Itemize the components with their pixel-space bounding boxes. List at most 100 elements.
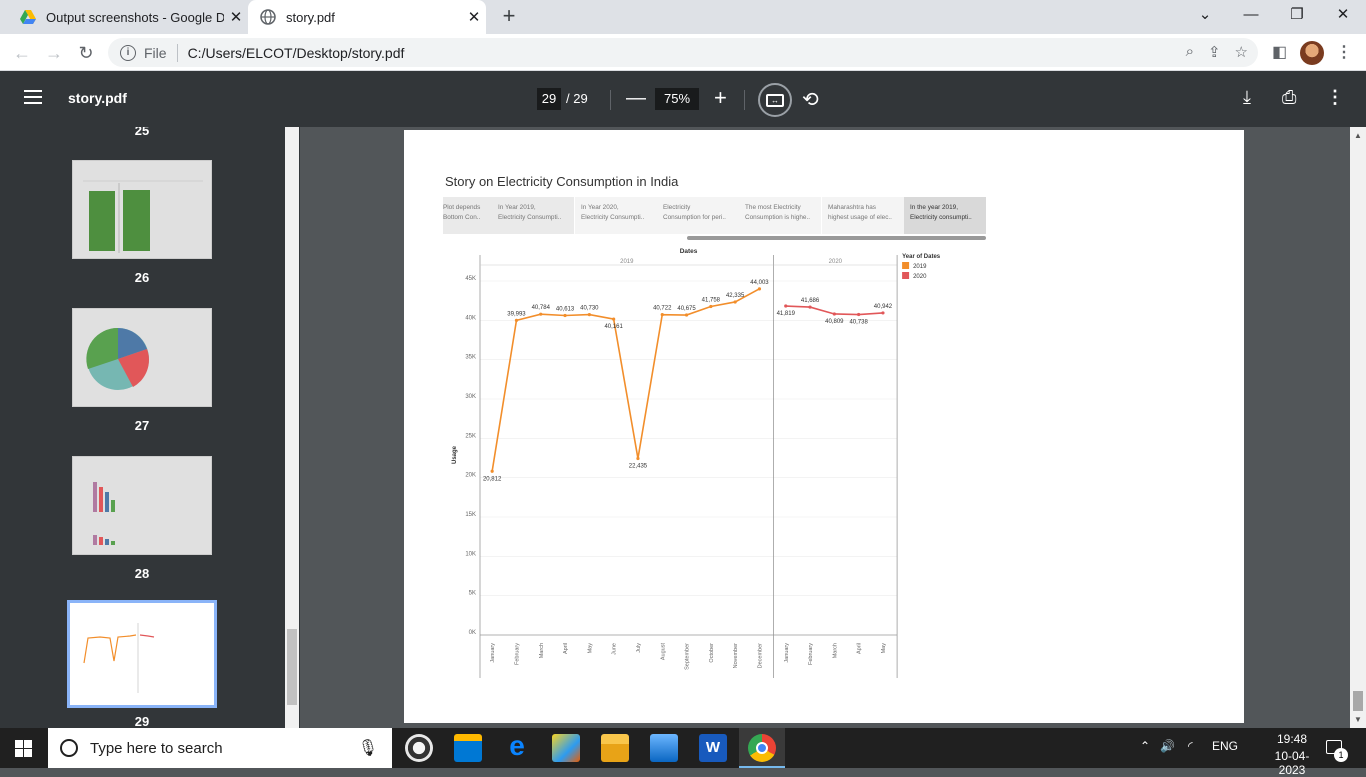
close-tab-icon[interactable]: ✕ [462,8,486,26]
reload-button[interactable]: ↻ [72,39,100,67]
data-point [832,312,836,316]
scroll-down-arrow[interactable]: ▼ [1354,715,1362,724]
thumbnail-number: 29 [134,714,150,728]
zoom-in-button[interactable]: + [714,85,727,111]
story-point[interactable]: Plot depends Bottom Con.. [443,197,495,234]
thumbnail-number: 28 [134,566,150,581]
sidebar-scrollbar[interactable] [285,127,299,728]
url-text: C:/Users/ELCOT/Desktop/story.pdf [187,44,405,61]
chevron-up-icon[interactable]: ⌃ [1140,739,1150,753]
story-point[interactable]: In Year 2019, Electricity Consumpti.. [495,197,574,234]
more-actions-icon[interactable]: ⋮ [1326,87,1344,108]
story-point[interactable]: In Year 2020, Electricity Consumpti.. [574,197,657,234]
close-window-button[interactable]: ✕ [1320,0,1366,32]
story-point[interactable]: Maharashtra has highest usage of elec.. [821,197,904,234]
file-explorer-icon[interactable] [601,734,629,762]
thumbnail-page-27[interactable] [72,308,212,407]
story-point-line: Electricity [663,204,691,211]
data-label: 40,784 [532,305,551,311]
side-panel-icon[interactable]: ◧ [1272,42,1287,62]
volume-icon[interactable]: 🔊 [1160,739,1175,753]
page-scrollbar[interactable]: ▲ ▼ [1350,127,1366,728]
grouped-bar-thumbnail [93,482,115,545]
story-navigator: Plot depends Bottom Con.. In Year 2019, El… [443,197,986,234]
x-tick-label: March [539,643,545,658]
tab-story-pdf[interactable]: story.pdf ✕ [248,0,486,34]
data-point [490,469,494,473]
clock[interactable]: 19:48 10-04-2023 [1262,732,1322,777]
data-point [636,456,640,461]
more-menu-icon[interactable]: ⋮ [1336,42,1352,62]
microphone-icon[interactable]: 🎙 [358,738,378,758]
data-label: 40,942 [874,304,893,310]
rotate-icon[interactable]: ⟲ [802,87,819,112]
zoom-input[interactable]: 75% [655,88,699,110]
media-player-icon[interactable] [405,734,433,762]
info-icon[interactable]: i [120,44,136,61]
story-scrollbar[interactable] [687,236,986,240]
address-bar[interactable]: i File C:/Users/ELCOT/Desktop/story.pdf … [108,38,1258,67]
chrome-taskbar-button[interactable] [739,728,785,768]
story-point-line: Plot depends [443,204,481,211]
minimize-button[interactable]: — [1228,0,1274,32]
scroll-up-arrow[interactable]: ▲ [1354,131,1362,140]
y-tick-label: 0K [469,630,476,636]
page-number-input[interactable]: 29 [537,88,561,110]
avatar[interactable] [1300,41,1324,65]
clock-date: 10-04-2023 [1274,749,1310,777]
scroll-thumb[interactable] [287,629,297,705]
tab-google-drive[interactable]: Output screenshots - Google Dri ✕ [8,0,248,34]
pdf-toolbar: story.pdf 29 / 29 — 75% + ↔ ⟲ ⤓ ⎙ ⋮ [0,71,1366,127]
story-point-selected[interactable]: In the year 2019, Electricity consumpti.. [904,197,986,234]
data-point [587,312,591,317]
paint-icon[interactable] [552,734,580,762]
thumbnail-page-26[interactable] [72,160,212,259]
thumbnail-number: 27 [134,418,150,433]
data-label: 40,613 [556,307,575,313]
bookmark-star-icon[interactable]: ☆ [1235,43,1248,61]
windows-start-icon[interactable] [15,740,32,757]
x-tick-label: February [808,643,814,665]
wifi-icon[interactable]: ◜ [1188,739,1193,753]
forward-button[interactable]: → [40,39,68,67]
tab-strip: Output screenshots - Google Dri ✕ story.… [0,0,1366,34]
y-tick-label: 45K [465,276,476,282]
chevron-down-icon[interactable]: ⌄ [1182,0,1228,32]
divider [744,90,745,110]
store-icon[interactable] [454,734,482,762]
scroll-thumb[interactable] [1353,691,1363,711]
menu-icon[interactable] [24,90,42,104]
fit-to-page-button[interactable]: ↔ [758,83,792,117]
toolbar: ← → ↻ i File C:/Users/ELCOT/Desktop/stor… [0,34,1366,71]
taskbar-search[interactable]: Type here to search 🎙 [48,728,392,768]
data-point [808,305,812,309]
back-button[interactable]: ← [8,39,36,67]
data-point [881,311,885,315]
new-tab-button[interactable]: + [496,5,522,29]
story-point-line: Consumption is highe.. [745,214,811,221]
data-point [784,304,788,308]
y-tick-label: 10K [465,551,476,557]
legend-label: 2020 [913,274,927,280]
series-line-2019 [491,288,760,472]
restore-button[interactable]: ❐ [1274,0,1320,32]
language-indicator[interactable]: ENG [1212,739,1238,753]
thumbnail-page-28[interactable] [72,456,212,555]
print-icon[interactable]: ⎙ [1282,87,1296,108]
data-point [757,287,762,291]
zoom-out-button[interactable]: — [626,87,646,110]
thumbnail-number: 26 [134,270,150,285]
globe-icon [260,9,276,25]
edge-icon[interactable]: e [503,732,531,761]
download-icon[interactable]: ⤓ [1243,87,1251,108]
zoom-icon[interactable]: ⌕ [1186,43,1194,61]
story-point[interactable]: The most Electricity Consumption is highe… [739,197,821,234]
data-point [733,300,737,304]
this-pc-icon[interactable] [650,734,678,762]
story-point[interactable]: Electricity Consumption for peri.. [657,197,739,234]
data-point [514,318,519,322]
word-icon[interactable]: W [699,734,727,762]
thumbnail-page-29-selected[interactable] [67,600,217,708]
share-icon[interactable]: ⇪ [1208,43,1221,61]
close-tab-icon[interactable]: ✕ [224,8,248,26]
